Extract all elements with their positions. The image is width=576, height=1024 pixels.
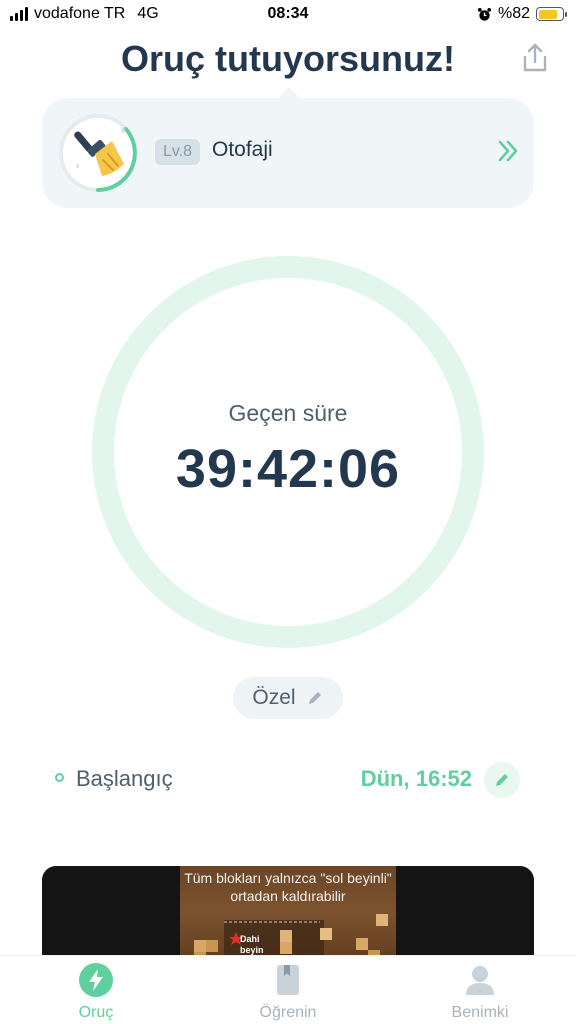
- edit-start-button[interactable]: [484, 762, 520, 798]
- tab-label: Oruç: [78, 1004, 114, 1021]
- fasting-stage-card[interactable]: Lv.8 Otofaji: [42, 98, 534, 208]
- elapsed-time-value: 39:42:06: [175, 439, 401, 499]
- elapsed-time-label: Geçen süre: [228, 400, 348, 426]
- battery-percent: %82: [497, 5, 530, 22]
- tab-label: Benimki: [451, 1004, 509, 1021]
- battery-icon: [536, 7, 567, 21]
- alarm-icon: [477, 7, 492, 21]
- start-time-value[interactable]: Dün, 16:52: [330, 766, 472, 792]
- tab-fasting[interactable]: Oruç: [36, 962, 156, 1022]
- puzzle-blocks-image: [194, 914, 388, 966]
- share-icon[interactable]: [520, 42, 550, 74]
- lightning-icon: [79, 963, 113, 997]
- start-dot: [55, 773, 64, 782]
- pencil-icon: [308, 692, 321, 704]
- book-icon: [277, 965, 299, 995]
- ad-banner[interactable]: Tüm blokları yalnızca "sol beyinli" orta…: [42, 866, 534, 966]
- broom-icon: [59, 114, 137, 192]
- start-label: Başlangıç: [76, 766, 173, 791]
- double-chevron-right-icon[interactable]: [496, 138, 522, 164]
- ad-image[interactable]: Tüm blokları yalnızca "sol beyinli" orta…: [180, 866, 396, 966]
- tab-profile[interactable]: Benimki: [420, 962, 540, 1022]
- pencil-icon: [496, 774, 508, 786]
- fasting-mode-button[interactable]: Özel: [233, 677, 343, 719]
- tab-bar: Oruç Öğrenin Benimki: [0, 955, 576, 1024]
- level-badge: Lv.8: [155, 139, 201, 165]
- status-bar: vodafone TR 4G 08:34 %82: [0, 0, 576, 30]
- profile-icon: [466, 966, 494, 995]
- stage-name: Otofaji: [212, 138, 273, 161]
- page-title: Oruç tutuyorsunuz!: [121, 38, 455, 79]
- fasting-mode-label: Özel: [252, 686, 296, 709]
- tab-label: Öğrenin: [259, 1004, 317, 1021]
- tab-learn[interactable]: Öğrenin: [228, 962, 348, 1022]
- ad-badge: Dahi beyin: [240, 934, 264, 955]
